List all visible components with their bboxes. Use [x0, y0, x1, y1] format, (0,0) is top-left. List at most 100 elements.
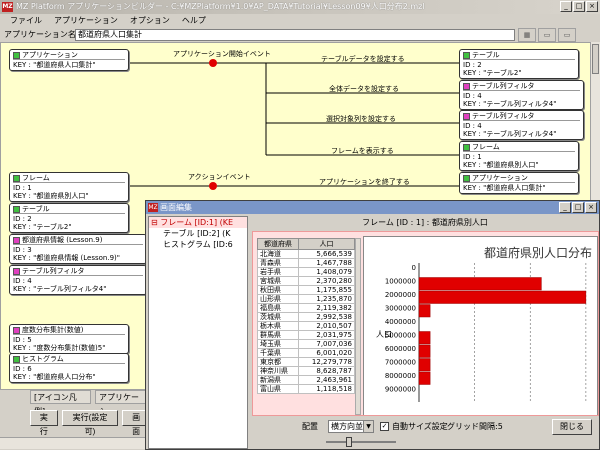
component-icon — [13, 174, 20, 182]
canvas-horizontal-scrollbar[interactable] — [0, 437, 150, 449]
table-row[interactable]: 埼玉県 7,007,036 — [257, 339, 356, 349]
table-row[interactable]: 岩手県 1,408,079 — [257, 267, 356, 277]
table-scrollbar[interactable] — [355, 238, 361, 415]
cell-population[interactable]: 5,666,539 — [297, 249, 356, 259]
cell-prefecture[interactable]: 北海道 — [257, 249, 299, 259]
table-row[interactable]: 青森県 1,467,788 — [257, 258, 356, 268]
table-row[interactable]: 福島県 2,119,382 — [257, 303, 356, 313]
run-button[interactable]: 実行 — [30, 410, 58, 436]
table-row[interactable]: 群馬県 2,031,975 — [257, 330, 356, 340]
node-frequency-distribution[interactable]: 度数分布集計(数値) ID : 5 KEY : "度数分布集計(数値)5" — [9, 324, 129, 354]
target-node-application[interactable]: アプリケーション KEY : "都道府県人口集計" — [459, 172, 579, 194]
menu-option[interactable]: オプション — [124, 14, 176, 27]
table-row[interactable]: 千葉県 6,001,020 — [257, 348, 356, 358]
menu-application[interactable]: アプリケーション — [48, 14, 124, 27]
population-table-body: 北海道 5,666,539 青森県 1,467,788 岩手県 1,408,079 宮城県 2… — [257, 249, 356, 394]
close-dialog-button[interactable]: 閉じる — [552, 419, 592, 435]
app-start-event-dot[interactable] — [209, 59, 217, 67]
table-row[interactable]: 神奈川県 8,628,787 — [257, 366, 356, 376]
tree-expand-icon[interactable]: ⊟ — [151, 218, 158, 227]
table-row[interactable]: 新潟県 2,463,961 — [257, 375, 356, 385]
node-histogram[interactable]: ヒストグラム ID : 6 KEY : "都道府県人口分布" — [9, 353, 129, 383]
cell-population[interactable]: 1,467,788 — [297, 258, 356, 268]
table-row[interactable]: 山形県 1,235,870 — [257, 294, 356, 304]
cell-prefecture[interactable]: 茨城県 — [257, 312, 299, 322]
tab-application[interactable]: アプリケーシ — [94, 390, 150, 416]
autosize-checkbox[interactable]: ✓ — [380, 422, 389, 431]
cell-population[interactable]: 6,001,020 — [297, 348, 356, 358]
target-node-table[interactable]: テーブル ID : 2 KEY : "テーブル2" — [459, 49, 579, 79]
cell-population[interactable]: 8,628,787 — [297, 366, 356, 376]
scroll-thumb[interactable] — [592, 44, 599, 74]
node-prefecture-info[interactable]: 都道府県情報 (Lesson.9) ID : 3 KEY : "都道府県情報 (… — [9, 234, 147, 264]
table-row[interactable]: 富山県 1,118,518 — [257, 384, 356, 394]
run-configurable-button[interactable]: 実行(設定可) — [61, 410, 119, 436]
cell-population[interactable]: 1,408,079 — [297, 267, 356, 277]
cell-prefecture[interactable]: 東京都 — [257, 357, 299, 367]
cell-prefecture[interactable]: 富山県 — [257, 384, 299, 394]
edit-minimize-button[interactable]: _ — [559, 202, 571, 213]
slider-knob[interactable] — [346, 437, 352, 447]
column-header-prefecture[interactable]: 都道府県 — [257, 238, 299, 250]
folder-open-icon[interactable]: ▭ — [538, 28, 556, 42]
tree-item-table[interactable]: テーブル [ID:2] (K — [149, 228, 247, 239]
maximize-button[interactable]: □ — [573, 1, 585, 12]
table-row[interactable]: 東京都 12,279,778 — [257, 357, 356, 367]
action-event-dot[interactable] — [209, 182, 217, 190]
menu-file[interactable]: ファイル — [4, 14, 48, 27]
cell-population[interactable]: 2,992,538 — [297, 312, 356, 322]
cell-population[interactable]: 2,010,507 — [297, 321, 356, 331]
node-frame[interactable]: フレーム ID : 1 KEY : "都道府県別人口" — [9, 172, 129, 202]
cell-prefecture[interactable]: 神奈川県 — [257, 366, 299, 376]
cell-population[interactable]: 2,031,975 — [297, 330, 356, 340]
grid-view-icon[interactable]: ▦ — [518, 28, 536, 42]
folder-save-icon[interactable]: ▭ — [558, 28, 576, 42]
component-icon — [463, 174, 470, 182]
node-column-filter[interactable]: テーブル列フィルタ ID : 4 KEY : "テーブル列フィルタ4" — [9, 265, 147, 295]
target-node-column-filter-1[interactable]: テーブル列フィルタ ID : 4 KEY : "テーブル列フィルタ4" — [459, 80, 584, 110]
tree-item-frame[interactable]: ⊟ フレーム [ID:1] (KE — [149, 217, 247, 228]
close-button[interactable]: × — [586, 1, 598, 12]
cell-prefecture[interactable]: 福島県 — [257, 303, 299, 313]
conn-label-set-all: 全体データを設定する — [329, 85, 399, 93]
cell-population[interactable]: 1,235,870 — [297, 294, 356, 304]
layout-select[interactable]: 横方向並列 ▼ — [328, 420, 374, 433]
cell-prefecture[interactable]: 新潟県 — [257, 375, 299, 385]
table-row[interactable]: 宮城県 2,370,280 — [257, 276, 356, 286]
cell-population[interactable]: 7,007,036 — [297, 339, 356, 349]
tree-item-histogram[interactable]: ヒストグラム [ID:6 — [149, 239, 247, 250]
edit-close-button[interactable]: × — [585, 202, 597, 213]
cell-population[interactable]: 2,370,280 — [297, 276, 356, 286]
cell-prefecture[interactable]: 山形県 — [257, 294, 299, 304]
cell-population[interactable]: 12,279,778 — [297, 357, 356, 367]
table-row[interactable]: 北海道 5,666,539 — [257, 249, 356, 259]
cell-prefecture[interactable]: 千葉県 — [257, 348, 299, 358]
zoom-slider[interactable] — [326, 437, 396, 447]
y-tick-label: 0 — [412, 264, 416, 272]
node-table[interactable]: テーブル ID : 2 KEY : "テーブル2" — [9, 203, 129, 233]
cell-prefecture[interactable]: 青森県 — [257, 258, 299, 268]
cell-prefecture[interactable]: 埼玉県 — [257, 339, 299, 349]
menu-help[interactable]: ヘルプ — [176, 14, 212, 27]
target-node-column-filter-2[interactable]: テーブル列フィルタ ID : 4 KEY : "テーブル列フィルタ4" — [459, 110, 584, 140]
cell-prefecture[interactable]: 岩手県 — [257, 267, 299, 277]
cell-prefecture[interactable]: 群馬県 — [257, 330, 299, 340]
component-icon — [13, 326, 20, 334]
app-name-input[interactable]: 都道府県人口集計 — [75, 29, 515, 41]
cell-population[interactable]: 1,118,518 — [297, 384, 356, 394]
cell-prefecture[interactable]: 栃木県 — [257, 321, 299, 331]
table-row[interactable]: 茨城県 2,992,538 — [257, 312, 356, 322]
node-application[interactable]: アプリケーション KEY : "都道府県人口集計" — [9, 49, 129, 71]
tab-icon-legend[interactable]: [アイコン凡例] — [30, 390, 91, 416]
column-header-population[interactable]: 人口 — [297, 238, 356, 250]
minimize-button[interactable]: _ — [560, 1, 572, 12]
cell-population[interactable]: 1,175,855 — [297, 285, 356, 295]
cell-prefecture[interactable]: 秋田県 — [257, 285, 299, 295]
table-row[interactable]: 秋田県 1,175,855 — [257, 285, 356, 295]
table-row[interactable]: 栃木県 2,010,507 — [257, 321, 356, 331]
cell-prefecture[interactable]: 宮城県 — [257, 276, 299, 286]
edit-maximize-button[interactable]: □ — [572, 202, 584, 213]
cell-population[interactable]: 2,119,382 — [297, 303, 356, 313]
cell-population[interactable]: 2,463,961 — [297, 375, 356, 385]
target-node-frame[interactable]: フレーム ID : 1 KEY : "都道府県別人口" — [459, 141, 579, 171]
